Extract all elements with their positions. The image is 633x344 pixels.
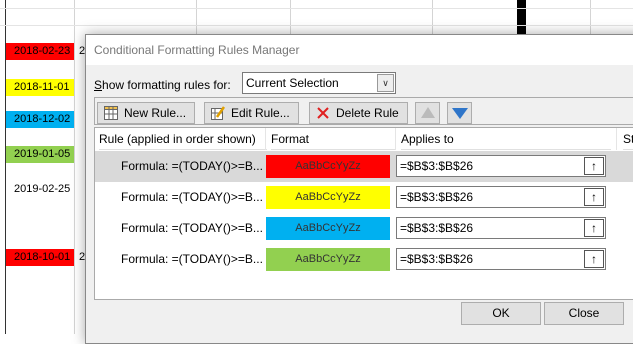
rule-formula: Formula: =(TODAY()>=B... (121, 159, 263, 173)
collapse-arrow-icon[interactable]: ↑ (584, 157, 604, 175)
collapse-arrow-icon[interactable]: ↑ (584, 250, 604, 268)
rules-grid: Rule (applied in order shown) Format App… (94, 127, 633, 300)
rule-row[interactable]: Formula: =(TODAY()>=B... AaBbCcYyZz =$B$3:… (95, 151, 633, 182)
ok-button[interactable]: OK (461, 302, 541, 325)
delete-rule-button[interactable]: Delete Rule (309, 102, 408, 124)
conditional-formatting-dialog: Conditional Formatting Rules Manager Sho… (85, 34, 633, 344)
edit-rule-label: Edit Rule... (231, 106, 290, 120)
column-separator (265, 128, 266, 150)
format-preview: AaBbCcYyZz (266, 155, 390, 178)
applies-to-value: =$B$3:$B$26 (400, 221, 474, 235)
rules-toolbar: New Rule... Edit Rule... Delete Rule (94, 97, 633, 125)
move-up-button[interactable] (415, 102, 440, 124)
show-rules-select[interactable]: Current Selection ∨ (242, 72, 396, 94)
rule-row[interactable]: Formula: =(TODAY()>=B... AaBbCcYyZz =$B$3:… (95, 213, 633, 244)
date-cell[interactable]: 2018-11-01 (6, 79, 74, 96)
column-header-applies: Applies to (401, 128, 611, 150)
close-button[interactable]: Close (544, 302, 624, 325)
collapse-arrow-icon[interactable]: ↑ (584, 219, 604, 237)
move-down-button[interactable] (447, 102, 472, 124)
rule-formula: Formula: =(TODAY()>=B... (121, 252, 263, 266)
delete-rule-label: Delete Rule (336, 106, 399, 120)
cell-mark: . (1, 18, 4, 28)
rule-row[interactable]: Formula: =(TODAY()>=B... AaBbCcYyZz =$B$3:… (95, 182, 633, 213)
triangle-down-icon (452, 108, 468, 119)
date-cell[interactable]: 2018-12-02 (6, 111, 74, 128)
dialog-title: Conditional Formatting Rules Manager (86, 35, 633, 65)
column-header-stop: St (623, 128, 633, 150)
applies-to-value: =$B$3:$B$26 (400, 159, 474, 173)
format-preview: AaBbCcYyZz (266, 248, 390, 271)
column-separator (616, 128, 617, 150)
applies-to-field[interactable]: =$B$3:$B$26 ↑ (396, 186, 606, 208)
rule-formula: Formula: =(TODAY()>=B... (121, 221, 263, 235)
chevron-down-icon[interactable]: ∨ (377, 74, 394, 92)
applies-to-field[interactable]: =$B$3:$B$26 ↑ (396, 155, 606, 177)
applies-to-field[interactable]: =$B$3:$B$26 ↑ (396, 248, 606, 270)
new-rule-label: New Rule... (124, 106, 187, 120)
column-header-rule: Rule (applied in order shown) (99, 128, 267, 150)
rule-row[interactable]: Formula: =(TODAY()>=B... AaBbCcYyZz =$B$3:… (95, 244, 633, 275)
format-preview: AaBbCcYyZz (266, 186, 390, 209)
collapse-arrow-icon[interactable]: ↑ (584, 188, 604, 206)
date-cell[interactable]: 2018-10-01 (6, 249, 74, 266)
date-cell[interactable]: 2018-02-23 (6, 43, 74, 60)
show-rules-label: Show formatting rules for: (94, 78, 231, 92)
format-preview: AaBbCcYyZz (266, 217, 390, 240)
applies-to-value: =$B$3:$B$26 (400, 252, 474, 266)
new-rule-button[interactable]: New Rule... (97, 102, 196, 124)
column-header-format: Format (271, 128, 396, 150)
applies-to-field[interactable]: =$B$3:$B$26 ↑ (396, 217, 606, 239)
row-border (0, 25, 633, 26)
edit-rule-button[interactable]: Edit Rule... (204, 102, 299, 124)
applies-to-value: =$B$3:$B$26 (400, 190, 474, 204)
date-cell[interactable]: 2019-02-25 (6, 181, 74, 198)
table-grid-icon (104, 106, 118, 120)
row-border (0, 8, 633, 9)
edit-table-icon (211, 106, 226, 120)
column-border (74, 0, 75, 334)
rule-formula: Formula: =(TODAY()>=B... (121, 190, 263, 204)
date-cell[interactable]: 2019-01-05 (6, 146, 74, 163)
show-rules-value: Current Selection (246, 76, 339, 90)
triangle-up-icon (421, 107, 435, 118)
column-separator (395, 128, 396, 150)
red-x-icon (316, 106, 330, 120)
